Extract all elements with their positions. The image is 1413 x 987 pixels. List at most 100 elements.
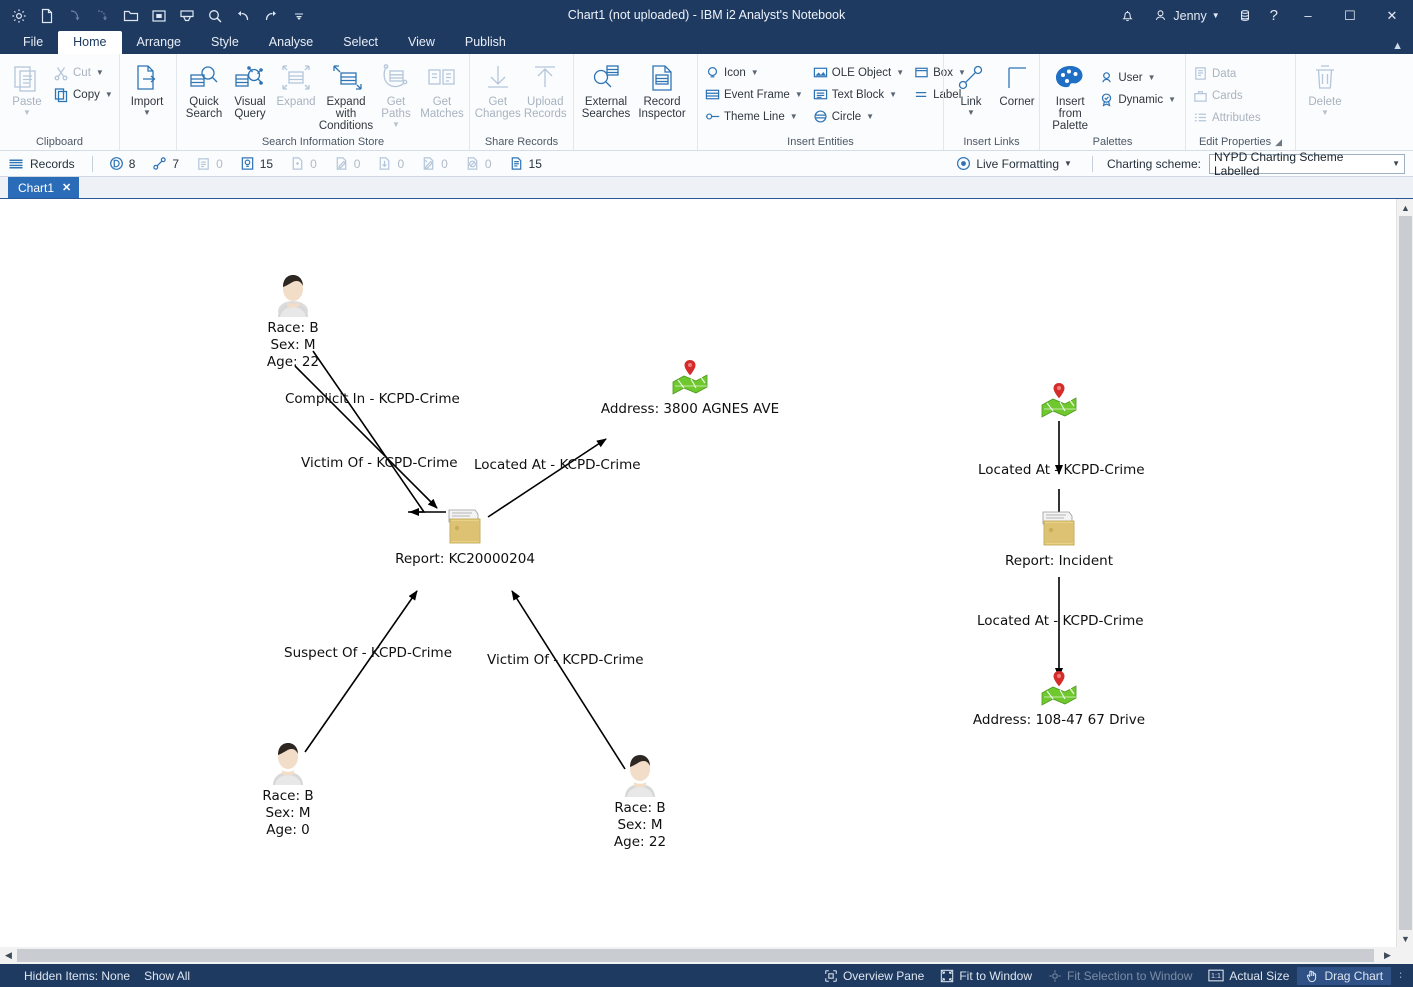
- link-label-located-at-r2[interactable]: Located At - KCPD-Crime: [977, 613, 1144, 629]
- counter-cards[interactable]: 0: [189, 156, 230, 171]
- cut-button[interactable]: Cut ▼: [50, 62, 118, 83]
- undo-icon[interactable]: [230, 4, 256, 28]
- minimize-button[interactable]: –: [1287, 0, 1329, 31]
- event-frame-button[interactable]: Event Frame ▼: [702, 84, 808, 105]
- node-person-2[interactable]: Race: B Sex: M Age: 0: [238, 739, 338, 839]
- ole-object-button[interactable]: OLE Object ▼: [810, 62, 909, 83]
- charting-scheme-select[interactable]: NYPD Charting Scheme Labelled ▼: [1209, 154, 1405, 174]
- counter-links[interactable]: 7: [145, 156, 186, 171]
- tab-arrange[interactable]: Arrange: [122, 31, 196, 54]
- link-label-located-at-r1[interactable]: Located At - KCPD-Crime: [978, 462, 1145, 478]
- save-icon[interactable]: [146, 4, 172, 28]
- horizontal-scroll-thumb[interactable]: [17, 949, 1374, 962]
- scroll-left-icon[interactable]: ◀: [0, 947, 17, 964]
- counter-downloaded[interactable]: 0: [370, 156, 411, 171]
- corner-button[interactable]: Corner: [994, 59, 1040, 110]
- expand-button[interactable]: Expand: [273, 59, 319, 110]
- counter-highlight[interactable]: 15: [233, 156, 280, 171]
- counter-edited[interactable]: 0: [327, 156, 368, 171]
- tab-file[interactable]: File: [8, 31, 58, 54]
- save-as-icon[interactable]: [174, 4, 200, 28]
- close-button[interactable]: ✕: [1371, 0, 1413, 31]
- horizontal-scrollbar[interactable]: ◀ ▶: [0, 947, 1396, 964]
- database-icon[interactable]: [1229, 0, 1261, 31]
- node-address-2[interactable]: [1036, 379, 1082, 424]
- node-address-3[interactable]: Address: 108-47 67 Drive: [964, 667, 1154, 729]
- link-label-complicit-in[interactable]: Complicit In - KCPD-Crime: [285, 391, 460, 407]
- get-paths-button[interactable]: Get Paths ▼: [373, 59, 419, 131]
- upload-records-button[interactable]: Upload Records: [522, 59, 570, 122]
- help-icon[interactable]: ?: [1261, 0, 1287, 31]
- counter-blocked[interactable]: 0: [458, 156, 499, 171]
- fit-selection-to-window-button[interactable]: Fit Selection to Window: [1040, 967, 1200, 985]
- records-toggle[interactable]: Records: [6, 156, 83, 172]
- drag-chart-button[interactable]: Drag Chart: [1297, 967, 1391, 985]
- tab-style[interactable]: Style: [196, 31, 254, 54]
- link-label-located-at-left[interactable]: Located At - KCPD-Crime: [474, 457, 641, 473]
- import-button[interactable]: Import ▼: [124, 59, 170, 119]
- quick-search-button[interactable]: Quick Search: [181, 59, 227, 122]
- search-icon[interactable]: [202, 4, 228, 28]
- user-palette-button[interactable]: User ▼: [1096, 67, 1181, 88]
- external-searches-button[interactable]: External Searches: [578, 59, 634, 122]
- counter-records-total[interactable]: 15: [502, 156, 549, 171]
- tab-home[interactable]: Home: [58, 31, 121, 54]
- live-formatting-button[interactable]: Live Formatting ▼: [950, 154, 1078, 173]
- text-block-button[interactable]: Text Block ▼: [810, 84, 909, 105]
- node-address-1[interactable]: Address: 3800 AGNES AVE: [595, 356, 785, 418]
- collapse-ribbon-icon[interactable]: ▲: [1392, 40, 1403, 52]
- attributes-button[interactable]: Attributes: [1190, 107, 1266, 128]
- tab-publish[interactable]: Publish: [450, 31, 521, 54]
- node-person-1[interactable]: Race: B Sex: M Age: 22: [243, 271, 343, 371]
- node-person-3[interactable]: Race: B Sex: M Age: 22: [590, 751, 690, 851]
- vertical-scrollbar[interactable]: ▲ ▼: [1396, 199, 1413, 964]
- new-document-icon[interactable]: [34, 4, 60, 28]
- settings-icon[interactable]: [6, 4, 32, 28]
- circle-button[interactable]: Circle ▼: [810, 106, 909, 127]
- get-matches-button[interactable]: Get Matches: [419, 59, 465, 122]
- link-label-suspect-of[interactable]: Suspect Of - KCPD-Crime: [284, 645, 452, 661]
- open-folder-icon[interactable]: [118, 4, 144, 28]
- delete-button[interactable]: Delete ▼: [1300, 59, 1350, 119]
- dialog-launcher-icon[interactable]: ◢: [1275, 135, 1282, 149]
- show-all-link[interactable]: Show All: [144, 969, 190, 983]
- fit-to-window-button[interactable]: Fit to Window: [932, 967, 1040, 985]
- scroll-down-icon[interactable]: ▼: [1397, 930, 1413, 947]
- visual-query-button[interactable]: Visual Query: [227, 59, 273, 122]
- actual-size-button[interactable]: 1:1 Actual Size: [1200, 967, 1297, 985]
- counter-entities[interactable]: 8: [102, 156, 143, 171]
- user-account-menu[interactable]: Jenny ▼: [1144, 0, 1228, 31]
- node-report-2[interactable]: Report: Incident: [989, 506, 1129, 570]
- record-inspector-button[interactable]: Record Inspector: [634, 59, 690, 122]
- scroll-right-icon[interactable]: ▶: [1379, 947, 1396, 964]
- notifications-bell-icon[interactable]: [1111, 0, 1144, 31]
- expand-with-conditions-button[interactable]: Expand with Conditions: [319, 59, 373, 134]
- insert-icon-button[interactable]: Icon ▼: [702, 62, 808, 83]
- vertical-scroll-thumb[interactable]: [1399, 216, 1412, 934]
- tab-select[interactable]: Select: [328, 31, 393, 54]
- redo-icon[interactable]: [258, 4, 284, 28]
- close-icon[interactable]: ✕: [62, 181, 71, 194]
- link-button[interactable]: Link ▼: [948, 59, 994, 119]
- data-button[interactable]: Data: [1190, 63, 1266, 84]
- maximize-button[interactable]: ☐: [1329, 0, 1371, 31]
- overview-pane-button[interactable]: Overview Pane: [816, 967, 932, 985]
- scroll-up-icon[interactable]: ▲: [1397, 199, 1413, 216]
- paste-button[interactable]: Paste ▼: [4, 59, 50, 119]
- tab-view[interactable]: View: [393, 31, 450, 54]
- counter-changed[interactable]: 0: [414, 156, 455, 171]
- cards-button[interactable]: Cards: [1190, 85, 1266, 106]
- insert-from-palette-button[interactable]: Insert from Palette: [1044, 59, 1096, 134]
- customize-qat-icon[interactable]: [286, 4, 312, 28]
- chart-canvas[interactable]: Race: B Sex: M Age: 22 Report: KC2000020…: [0, 199, 1396, 964]
- counter-added[interactable]: 0: [283, 156, 324, 171]
- tab-analyse[interactable]: Analyse: [254, 31, 328, 54]
- document-tab-chart1[interactable]: Chart1 ✕: [8, 177, 79, 198]
- link-label-victim-of-bottom[interactable]: Victim Of - KCPD-Crime: [487, 652, 644, 668]
- node-report-1[interactable]: Report: KC20000204: [395, 504, 535, 568]
- copy-button[interactable]: Copy ▼: [50, 84, 118, 105]
- get-changes-button[interactable]: Get Changes: [474, 59, 522, 122]
- resize-grip-icon[interactable]: ∶: [1391, 969, 1407, 982]
- theme-line-button[interactable]: Theme Line ▼: [702, 106, 808, 127]
- link-label-victim-of-top[interactable]: Victim Of - KCPD-Crime: [301, 455, 458, 471]
